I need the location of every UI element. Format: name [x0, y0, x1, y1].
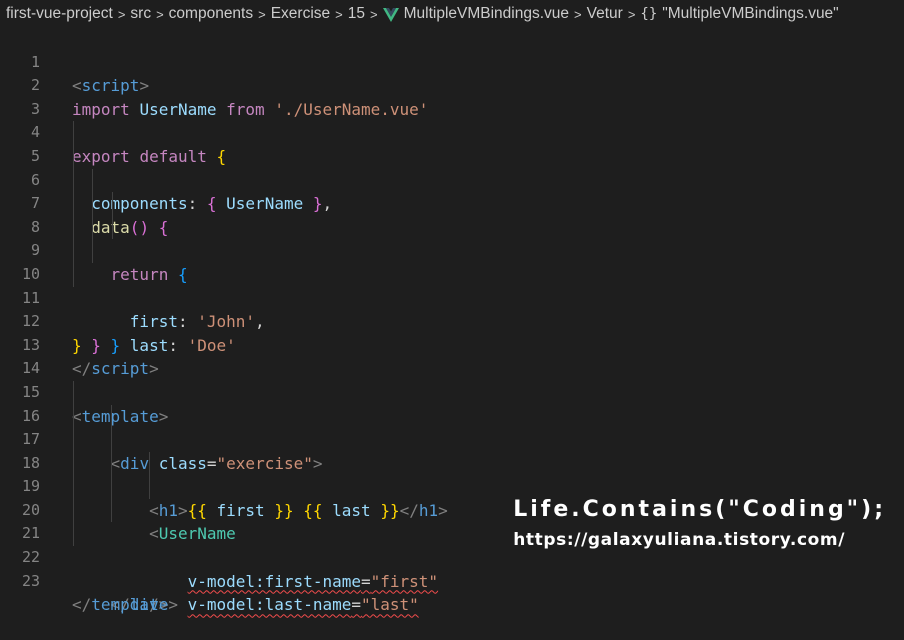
- string-literal: "last": [361, 595, 419, 615]
- code-line: 3: [0, 74, 904, 118]
- code-line: 2 import UserName from './UserName.vue': [0, 51, 904, 119]
- breadcrumb-item-exercise[interactable]: Exercise: [271, 5, 330, 23]
- indent-guide: [111, 498, 112, 523]
- tag-name: template: [91, 595, 169, 615]
- code-line: 6 data() {: [0, 144, 904, 237]
- indent-guide: [73, 522, 74, 547]
- code-line: 15 <template>: [0, 357, 904, 426]
- indent-guide: [73, 428, 74, 452]
- indent-guide: [73, 475, 74, 499]
- indent-guide: [111, 451, 112, 476]
- code-line: 16 <div class="exercise">: [0, 380, 904, 473]
- tag-bracket: </: [72, 595, 92, 615]
- indent-guide: [92, 192, 93, 216]
- breadcrumb-item-src[interactable]: src: [130, 5, 151, 23]
- code-text: v-model:first-name="first": [72, 570, 438, 594]
- breadcrumb-item-components[interactable]: components: [169, 5, 253, 23]
- tag-bracket: >: [168, 595, 178, 615]
- code-line: 14: [0, 334, 904, 377]
- punctuation: =: [351, 595, 361, 615]
- breadcrumb: first-vue-project > src > components > E…: [0, 0, 904, 28]
- indent-guide: [111, 404, 112, 429]
- indent-guide: [73, 262, 74, 287]
- chevron-right-icon: >: [574, 6, 582, 22]
- indent-guide: [112, 192, 113, 216]
- breadcrumb-item-file[interactable]: MultipleVMBindings.vue: [404, 5, 569, 23]
- indent-guide: [73, 404, 74, 429]
- code-line: 18 <UserName: [0, 428, 904, 543]
- code-text: </template>: [72, 593, 178, 617]
- watermark-title: Life.Contains("Coding");: [513, 497, 886, 522]
- braces-icon: {}: [640, 6, 658, 22]
- code-line: 7 return {: [0, 168, 904, 284]
- indent-guide: [92, 215, 93, 240]
- indent-guide: [73, 380, 74, 405]
- indent-guide: [73, 239, 74, 263]
- indent-guide: [73, 498, 74, 523]
- indent-guide: [149, 475, 150, 499]
- breadcrumb-item-project[interactable]: first-vue-project: [6, 5, 113, 23]
- indent-guide: [73, 144, 74, 169]
- indent-guide: [73, 192, 74, 216]
- chevron-right-icon: >: [117, 6, 126, 22]
- breadcrumb-item-vetur[interactable]: Vetur: [587, 5, 623, 23]
- chevron-right-icon: >: [258, 6, 266, 22]
- chevron-right-icon: >: [156, 6, 164, 22]
- indent-guide: [112, 215, 113, 240]
- code-line: 11 }: [0, 262, 904, 355]
- chevron-right-icon: >: [370, 6, 378, 22]
- indent-guide: [111, 428, 112, 452]
- indent-guide: [73, 168, 74, 193]
- code-line: 13 </script>: [0, 310, 904, 379]
- indent-guide: [73, 215, 74, 240]
- breadcrumb-item-symbol[interactable]: "MultipleVMBindings.vue": [662, 5, 838, 23]
- watermark-url: https://galaxyuliana.tistory.com/: [513, 530, 846, 550]
- attribute-name: v-model:last-name: [187, 595, 352, 615]
- error-squiggle[interactable]: v-model:last-name="last": [188, 595, 419, 614]
- vue-file-icon: [382, 8, 399, 22]
- indent-guide: [73, 451, 74, 476]
- line-number: 23: [21, 571, 40, 590]
- watermark: Life.Contains("Coding"); https://galaxyu…: [513, 494, 886, 554]
- indent-guide: [92, 168, 93, 193]
- chevron-right-icon: >: [335, 6, 343, 22]
- chevron-right-icon: >: [627, 6, 636, 22]
- code-line: 9 last: 'Doe': [0, 215, 904, 355]
- indent-guide: [92, 239, 93, 263]
- code-line: 10 }: [0, 239, 904, 355]
- code-line: 8 first: 'John',: [0, 192, 904, 331]
- breadcrumb-item-15[interactable]: 15: [348, 5, 365, 23]
- indent-guide: [149, 451, 150, 476]
- code-editor[interactable]: 1 <script> 2 import UserName from './Use…: [0, 27, 904, 615]
- indent-guide: [73, 121, 74, 145]
- code-line: 17 <h1>{{ first }} {{ last }}</h1>: [0, 404, 904, 520]
- code-line: 12 }: [0, 287, 904, 355]
- code-line: 1 <script>: [0, 27, 904, 96]
- code-line: 4 export default {: [0, 98, 904, 166]
- indent-guide: [111, 475, 112, 499]
- code-line: 19 v-model:first-name="first": [0, 451, 904, 591]
- code-line: 5 components: { UserName },: [0, 121, 904, 213]
